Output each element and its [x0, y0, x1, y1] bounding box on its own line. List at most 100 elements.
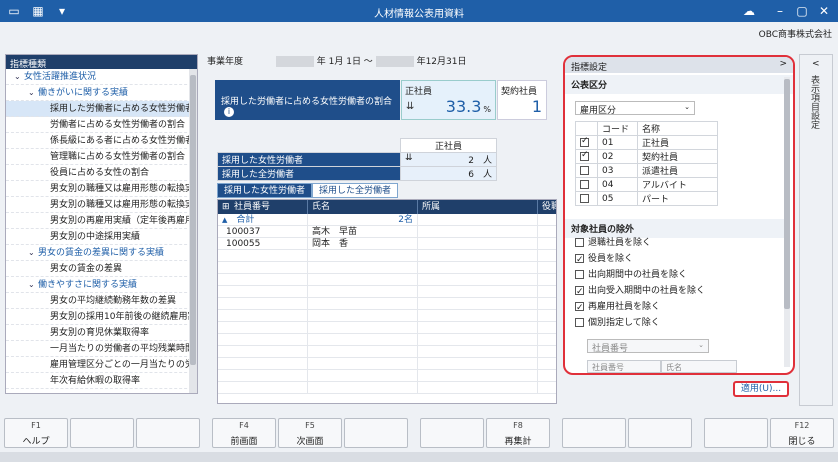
code-checkbox[interactable] [580, 136, 589, 147]
minimize-icon[interactable]: – [770, 2, 790, 20]
tree-scrollbar[interactable] [189, 69, 197, 393]
exclusion-checkbox[interactable] [575, 252, 584, 268]
chevron-down-icon[interactable]: ⌄ [28, 277, 38, 292]
exclusion-option[interactable]: 退職社員を除く [565, 235, 785, 251]
code-checkbox[interactable] [580, 179, 589, 189]
col-name[interactable]: 氏名 [308, 200, 418, 214]
function-key-5[interactable]: F5 次画面 [278, 418, 342, 448]
tree-item-label: 係長級にある者に占める女性労働者の [50, 136, 197, 146]
apply-button[interactable]: 適用(U)... [733, 381, 789, 397]
col-position[interactable]: 役職 [538, 200, 556, 214]
collapse-icon: ▲ [222, 216, 228, 224]
tree-item[interactable]: ⌄ 男女の賃金の差異に関する実績 [6, 245, 197, 261]
info-icon[interactable]: i [224, 107, 234, 117]
exclusion-option[interactable]: 役員を除く [565, 251, 785, 268]
tree-item[interactable]: 男女の賃金の差異 [6, 261, 197, 277]
grid-total-row[interactable]: ▲ 合計 2名 [218, 214, 556, 226]
function-key-1[interactable]: F1 ヘルプ [4, 418, 68, 448]
exclusion-checkbox[interactable] [575, 270, 584, 279]
tree-item[interactable]: 男女別の育児休業取得率 [6, 325, 197, 341]
exclusion-option[interactable]: 個別指定して除く [565, 315, 785, 331]
function-key-9[interactable] [562, 418, 626, 448]
tree-item-label: 年次有給休暇の取得率 [50, 376, 141, 386]
tree-item[interactable]: ⌄ 働きがいに関する実績 [6, 85, 197, 101]
function-key-7[interactable] [420, 418, 484, 448]
tree-item[interactable]: ⌄ 女性活躍推進状況 [6, 69, 197, 85]
table-row[interactable]: 100037 高木 早苗 [218, 226, 556, 238]
category-select[interactable]: 雇用区分 ⌄ [575, 101, 695, 116]
chevron-down-icon[interactable]: ⌄ [28, 85, 38, 100]
tab-female-hires[interactable]: 採用した女性労働者 [217, 183, 313, 198]
close-icon[interactable]: ✕ [814, 2, 834, 20]
settings-scroll-thumb[interactable] [784, 79, 790, 309]
code-row[interactable]: 02契約社員 [575, 149, 718, 164]
chevron-right-icon[interactable]: > [779, 59, 787, 69]
function-key-12[interactable]: F12 閉じる [770, 418, 834, 448]
tree-item[interactable]: 管理職に占める女性労働者の割合 [6, 149, 197, 165]
exclusion-checkbox[interactable] [575, 238, 584, 247]
period-start-suffix: 年 1月 1日 ～ [316, 57, 373, 67]
chevron-down-icon[interactable]: ⌄ [14, 69, 24, 84]
tree-item[interactable]: 役員に占める女性の割合 [6, 165, 197, 181]
summary-row-value[interactable]: 6 人 [400, 166, 497, 181]
tree-item[interactable]: 男女別の職種又は雇用形態の転換実 [6, 181, 197, 197]
function-key-10[interactable] [628, 418, 692, 448]
metric-title: 採用した労働者に占める女性労働者の割合 [221, 97, 393, 107]
code-checkbox[interactable] [580, 165, 589, 175]
table-row[interactable]: 100055 岡本 香 [218, 238, 556, 250]
sort-icon[interactable]: ⇊ [405, 153, 413, 163]
function-key-6[interactable] [344, 418, 408, 448]
code-row[interactable]: 01正社員 [575, 135, 718, 150]
tree-item[interactable]: 年次有給休暇の取得率 [6, 373, 197, 389]
tree-item[interactable]: 男女別の職種又は雇用形態の転換実 [6, 197, 197, 213]
tree-items: ⌄ 女性活躍推進状況 ⌄ 働きがいに関する実績 採用した労働者に占める女性労働者の 労働者… [6, 69, 197, 389]
exclusion-checkbox[interactable] [575, 284, 584, 300]
metric-card-contract[interactable]: 契約社員 1 [497, 80, 547, 120]
employee-no-field[interactable]: 社員番号 [587, 360, 661, 373]
expand-icon[interactable]: ⊞ [222, 200, 230, 214]
col-department[interactable]: 所属 [418, 200, 538, 214]
code-value: 01 [597, 135, 638, 150]
function-key-8[interactable]: F8 再集計 [486, 418, 550, 448]
tree-item[interactable]: 係長級にある者に占める女性労働者の [6, 133, 197, 149]
col-employee-no[interactable]: ⊞ 社員番号 [218, 200, 308, 214]
tree-scroll-thumb[interactable] [190, 75, 196, 365]
period-start-year[interactable] [275, 56, 314, 67]
code-row[interactable]: 03 派遣社員 [575, 163, 718, 178]
exclusion-option[interactable]: 出向受入期間中の社員を除く [565, 283, 785, 300]
tree-item[interactable]: 雇用管理区分ごとの一月当たりの労 [6, 357, 197, 373]
tree-item[interactable]: 男女別の採用10年前後の継続雇用割 [6, 309, 197, 325]
function-key-3[interactable] [136, 418, 200, 448]
code-checkbox[interactable] [580, 150, 589, 161]
function-key-4[interactable]: F4 前画面 [212, 418, 276, 448]
ai-cloud-icon[interactable]: ☁ [735, 3, 763, 19]
chevron-left-icon[interactable]: < [812, 59, 820, 69]
tree-item[interactable]: 男女別の中途採用実績 [6, 229, 197, 245]
exclusion-option[interactable]: 再雇用社員を除く [565, 299, 785, 316]
period-end-year[interactable] [375, 56, 414, 67]
employee-select[interactable]: 社員番号 ⌄ [587, 339, 709, 354]
exclusion-checkbox[interactable] [575, 318, 584, 327]
tree-item[interactable]: 男女別の再雇用実績（定年後再雇用 [6, 213, 197, 229]
function-key-11[interactable] [704, 418, 768, 448]
function-key-2[interactable] [70, 418, 134, 448]
code-row[interactable]: 05 パート [575, 191, 718, 206]
exclusion-option[interactable]: 出向期間中の社員を除く [565, 267, 785, 283]
exclusion-checkbox[interactable] [575, 300, 584, 316]
metric-card-regular[interactable]: 正社員 ⇊ 33.3% [401, 80, 496, 120]
code-row[interactable]: 04 アルバイト [575, 177, 718, 192]
display-items-pane[interactable]: < 表示項目設定 [799, 54, 833, 406]
tree-item[interactable]: 一月当たりの労働者の平均残業時間 [6, 341, 197, 357]
tree-item[interactable]: ⌄ 働きやすさに関する実績 [6, 277, 197, 293]
chevron-down-icon[interactable]: ⌄ [28, 245, 38, 260]
tree-item[interactable]: 男女の平均継続勤務年数の差異 [6, 293, 197, 309]
code-checkbox[interactable] [580, 193, 589, 203]
maximize-icon[interactable]: ▢ [792, 2, 812, 20]
tree-item[interactable]: 労働者に占める女性労働者の割合 [6, 117, 197, 133]
employee-name-field[interactable]: 氏名 [661, 360, 737, 373]
tab-all-hires[interactable]: 採用した全労働者 [312, 183, 399, 198]
summary-row-value[interactable]: ⇊ 2 人 [400, 152, 497, 167]
tree-item[interactable]: 採用した労働者に占める女性労働者の [6, 101, 197, 117]
settings-scrollbar[interactable] [784, 77, 790, 367]
sort-icon[interactable]: ⇊ [406, 101, 414, 112]
